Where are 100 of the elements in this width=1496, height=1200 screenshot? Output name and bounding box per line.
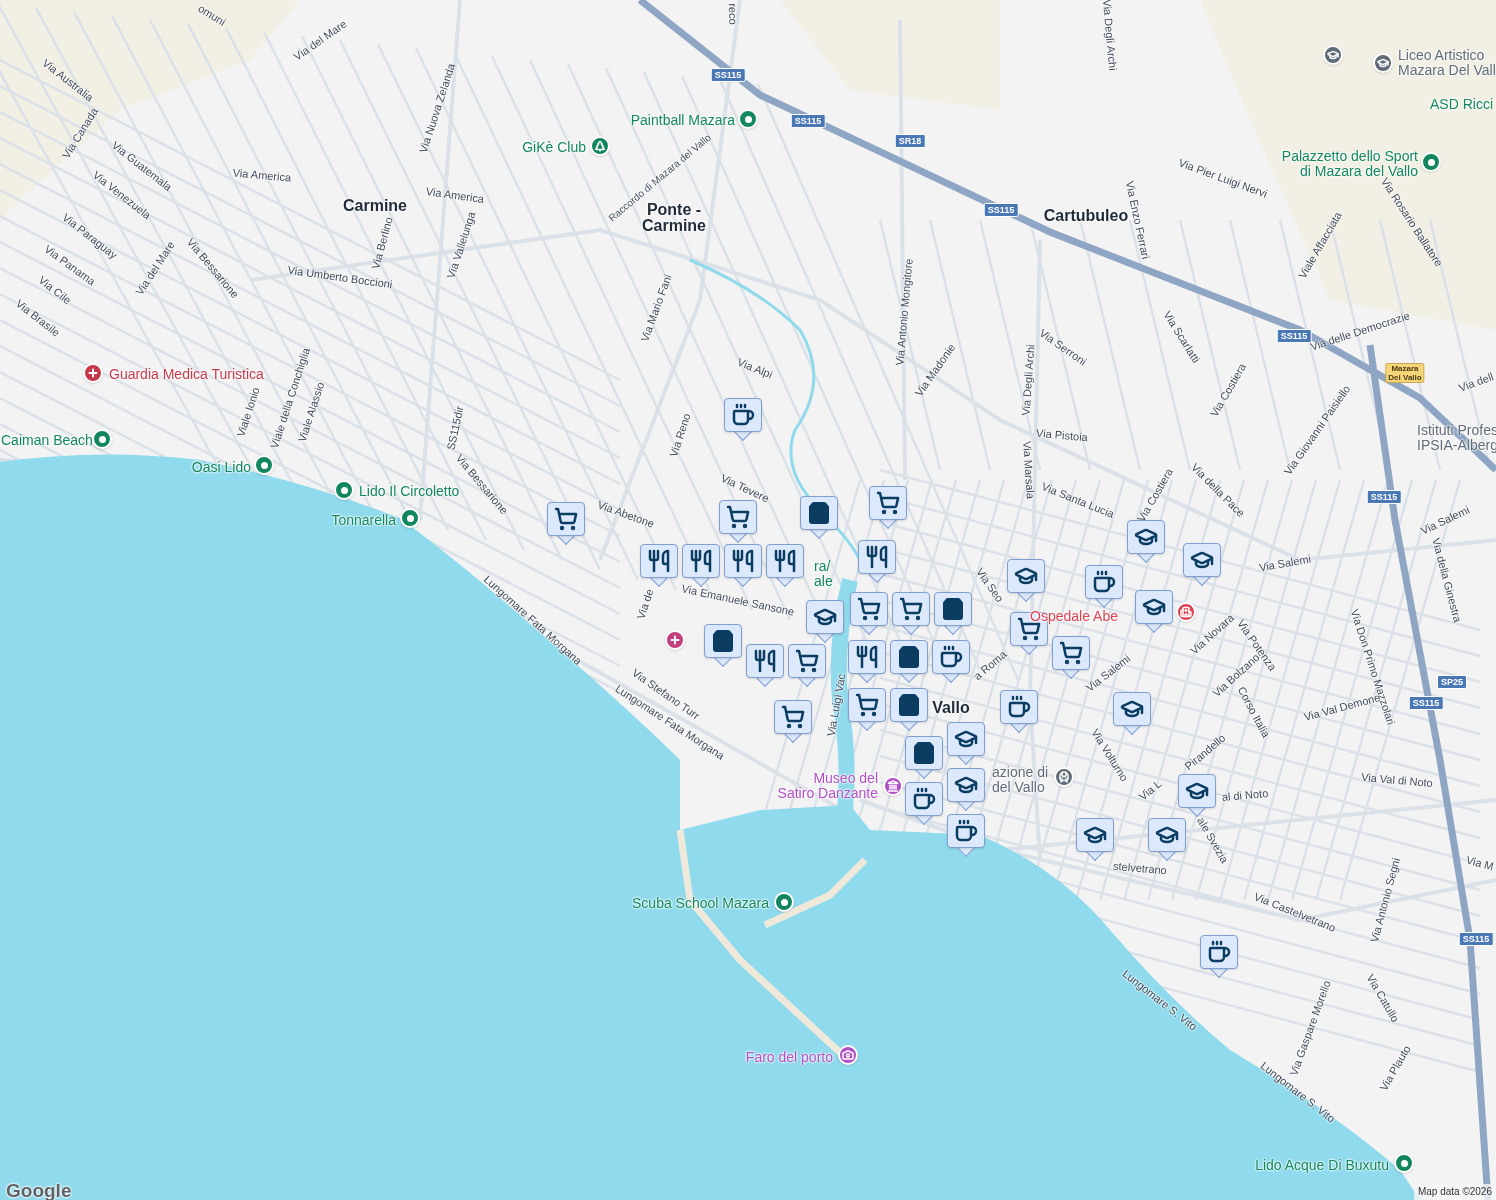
map-marker[interactable] [934, 592, 972, 634]
place-pin-icon[interactable] [1394, 1153, 1414, 1173]
map-marker[interactable] [1200, 935, 1238, 977]
map-marker[interactable] [1127, 520, 1165, 562]
road-shield: SR18 [894, 134, 926, 148]
map-marker[interactable] [892, 592, 930, 634]
fork-knife-icon [647, 549, 671, 573]
place-pin-icon[interactable] [400, 508, 420, 528]
map-marker[interactable] [1148, 818, 1186, 860]
map-marker[interactable] [848, 640, 886, 682]
place-label[interactable]: GiKè Club [522, 139, 586, 155]
place-label[interactable]: Caiman Beach [1, 432, 93, 448]
map-marker[interactable] [774, 700, 812, 742]
train-icon[interactable] [1054, 767, 1074, 787]
map-marker[interactable] [890, 640, 928, 682]
street-label: SS115dir [444, 405, 466, 451]
place-label[interactable]: azione di del Vallo [992, 765, 1049, 795]
map-marker[interactable] [1052, 636, 1090, 678]
fork-knife-icon [753, 649, 777, 673]
map-marker[interactable] [905, 736, 943, 778]
street-label: Via Pistoia [1035, 426, 1089, 444]
street-label: Via Emanuele Sansone [680, 582, 796, 618]
map-marker[interactable] [858, 540, 896, 582]
hospital-icon[interactable] [1176, 602, 1196, 622]
map-marker[interactable] [947, 768, 985, 810]
place-label[interactable]: ra/ ale [814, 559, 833, 589]
street-label: Via de [634, 587, 656, 621]
cup-icon [939, 645, 963, 669]
map-marker[interactable] [1113, 692, 1151, 734]
place-pin-icon[interactable] [254, 455, 274, 475]
shopping-cart-icon [554, 507, 578, 531]
cup-icon [954, 819, 978, 843]
medical-cross-icon[interactable] [665, 630, 685, 650]
map-marker[interactable] [788, 644, 826, 686]
map-marker[interactable] [682, 544, 720, 586]
place-label[interactable]: Faro del porto [745, 1049, 833, 1065]
fork-knife-icon [689, 549, 713, 573]
fork-knife-icon [773, 549, 797, 573]
street-label: Via Val di Noto [1360, 770, 1434, 790]
map-marker[interactable] [1076, 818, 1114, 860]
place-label[interactable]: Liceo Artistico Mazara Del Vall [1398, 48, 1496, 78]
map-marker[interactable] [1085, 565, 1123, 607]
map-marker[interactable] [806, 600, 844, 642]
place-label[interactable]: Lido Il Circoletto [359, 483, 460, 499]
map-marker[interactable] [947, 814, 985, 856]
shopping-bag-icon [807, 501, 831, 525]
map-marker[interactable] [848, 688, 886, 730]
street-label: Via del Mare [291, 17, 349, 63]
medical-cross-icon[interactable] [83, 363, 103, 383]
shopping-bag-icon [941, 597, 965, 621]
road-shield: SS115 [710, 68, 746, 82]
place-pin-icon[interactable] [738, 109, 758, 129]
map-marker[interactable] [850, 592, 888, 634]
map-marker[interactable] [640, 544, 678, 586]
map-marker[interactable] [800, 496, 838, 538]
map-marker[interactable] [1000, 690, 1038, 732]
place-label[interactable]: Lido Acque Di Buxutu [1255, 1157, 1389, 1173]
place-label[interactable]: Paintball Mazara [630, 112, 735, 128]
map-marker[interactable] [704, 624, 742, 666]
map-marker[interactable] [947, 722, 985, 764]
shopping-cart-icon [1059, 641, 1083, 665]
place-label[interactable]: Tonnarella [331, 512, 396, 528]
place-label[interactable]: Oasi Lido [191, 459, 251, 475]
map-marker[interactable] [719, 500, 757, 542]
map-marker[interactable] [869, 486, 907, 528]
place-label[interactable]: Guardia Medica Turistica [109, 366, 264, 382]
street-label: Via America [232, 166, 292, 184]
fork-knife-icon [865, 545, 889, 569]
place-label[interactable]: ASD Ricci [1430, 96, 1493, 112]
museum-icon[interactable] [883, 776, 903, 796]
road-shield: SS115 [790, 114, 826, 128]
map-marker[interactable] [1007, 559, 1045, 601]
map-marker[interactable] [1135, 590, 1173, 632]
place-label[interactable]: Palazzetto dello Sport di Mazara del Vallo [1281, 149, 1418, 179]
street-label: Via L [1136, 777, 1164, 803]
place-pin-icon[interactable] [92, 429, 112, 449]
shopping-cart-icon [855, 693, 879, 717]
road-shield: SS115 [1276, 329, 1312, 343]
shopping-cart-icon [857, 597, 881, 621]
place-label[interactable]: Ospedale Abe [1030, 608, 1118, 624]
shopping-cart-icon [876, 491, 900, 515]
shopping-bag-icon [912, 741, 936, 765]
cup-icon [1007, 695, 1031, 719]
street-label: Via Santa Lucia [1040, 480, 1116, 520]
map-marker[interactable] [905, 782, 943, 824]
map-marker[interactable] [890, 688, 928, 730]
map-marker[interactable] [746, 644, 784, 686]
map-marker[interactable] [1183, 543, 1221, 585]
district-label: Ponte - Carmine [642, 202, 706, 234]
map-marker[interactable] [932, 640, 970, 682]
map-marker[interactable] [724, 544, 762, 586]
shopping-bag-icon [897, 693, 921, 717]
map-marker[interactable] [724, 398, 762, 440]
place-pin-icon[interactable] [334, 480, 354, 500]
map-marker[interactable] [547, 502, 585, 544]
map-marker[interactable] [766, 544, 804, 586]
tree-pin-icon[interactable] [590, 136, 610, 156]
map-marker[interactable] [1178, 774, 1216, 816]
street-label: reco [726, 3, 740, 25]
district-label: Vallo [932, 700, 970, 716]
